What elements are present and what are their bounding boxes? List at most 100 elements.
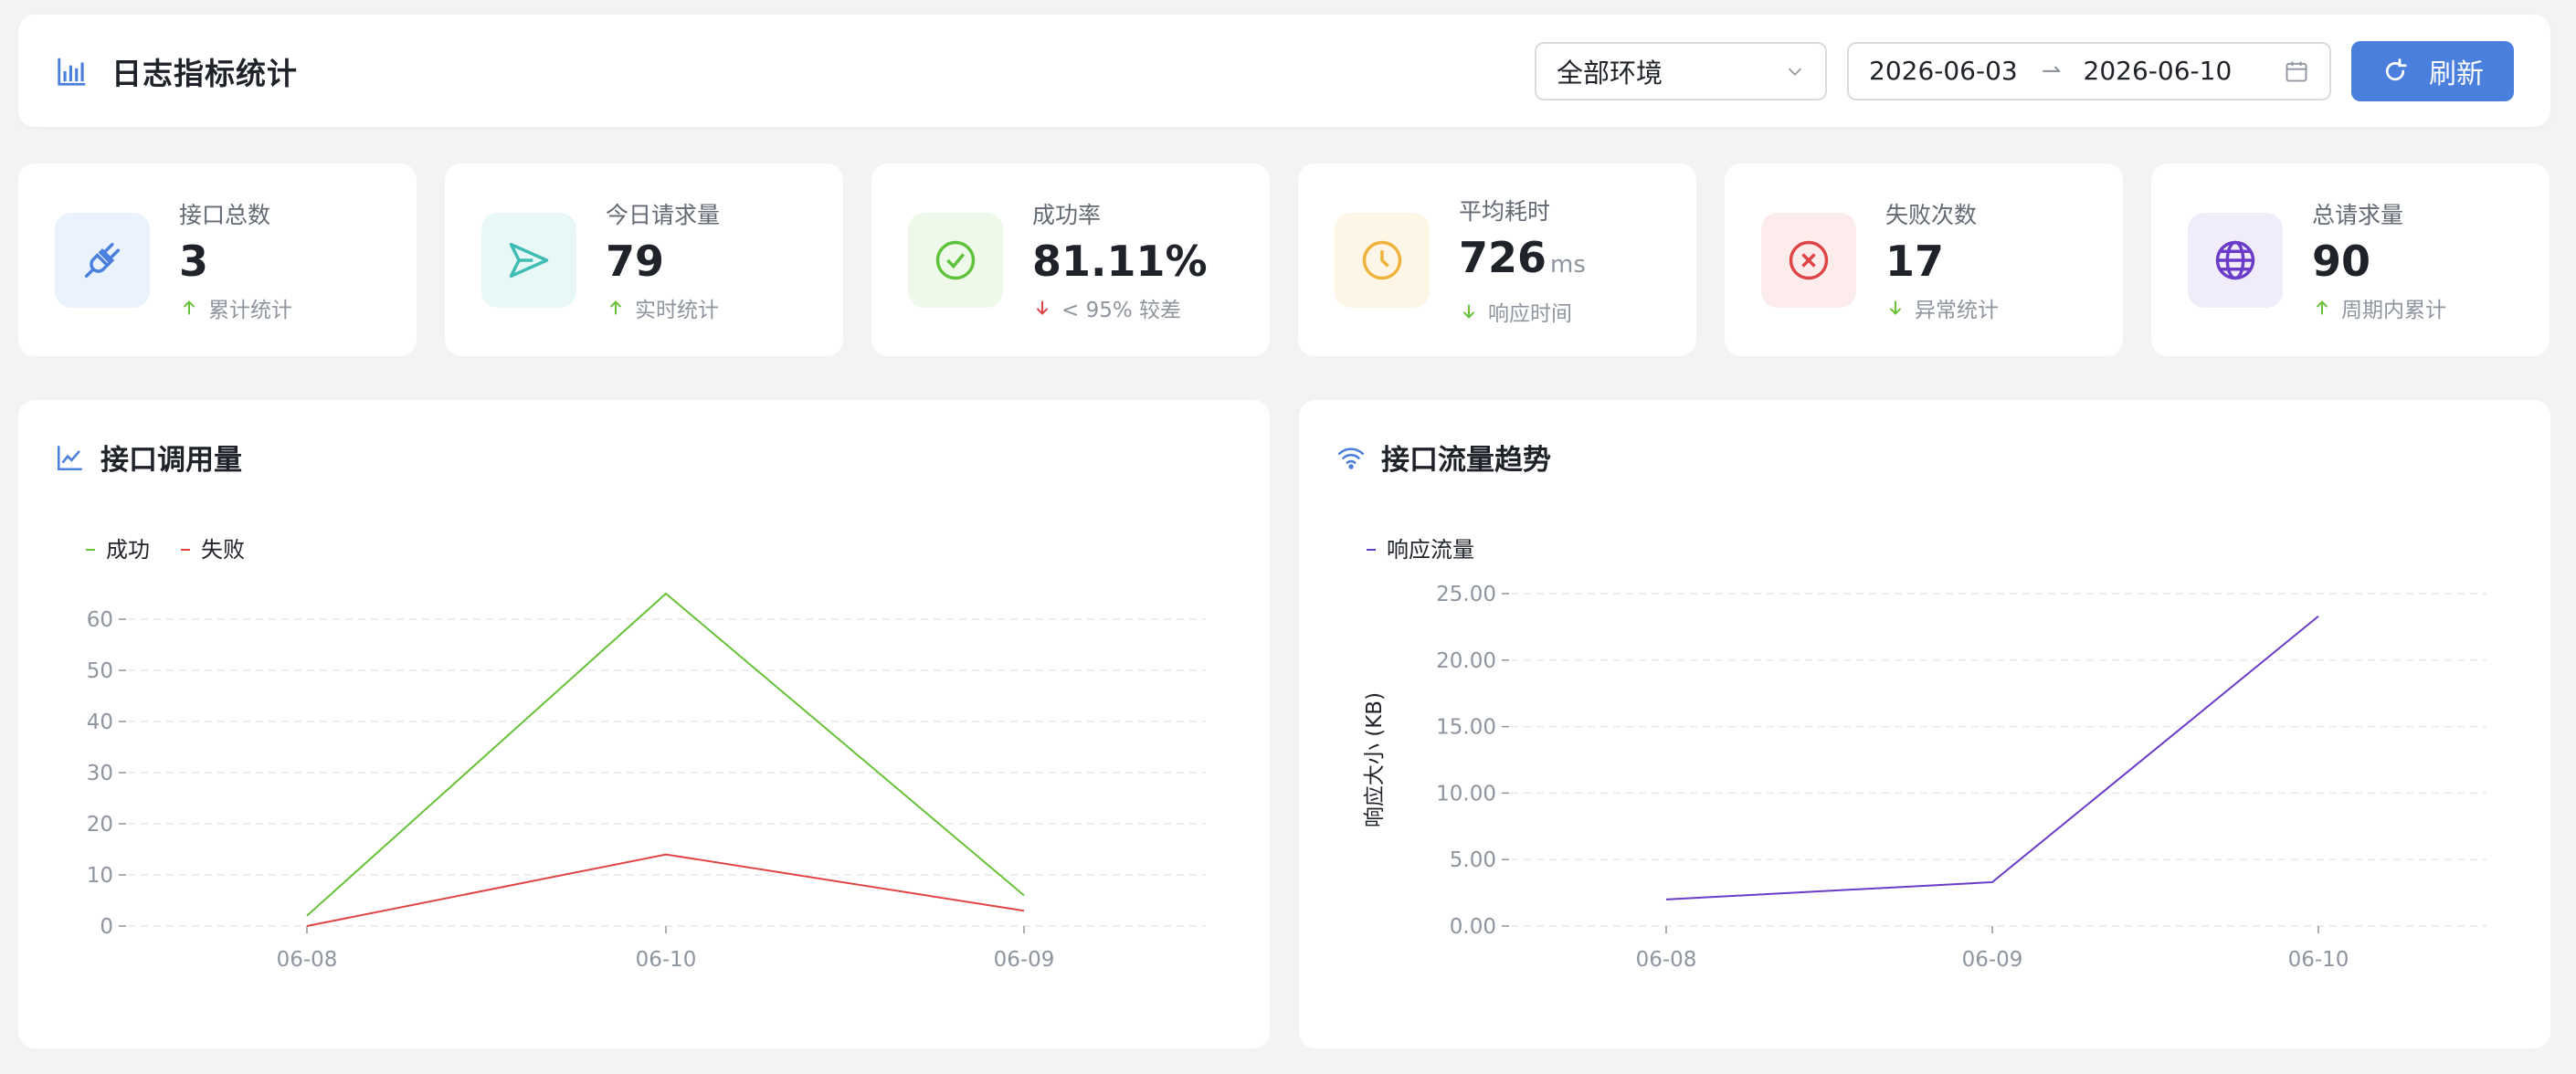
stat-icon-box — [481, 212, 576, 308]
stat-value-number: 17 — [1885, 236, 1945, 286]
stat-value: 3 — [179, 236, 292, 287]
legend-label: 失败 — [201, 537, 245, 563]
stat-card-total-requests: 总请求量 90 周期内累计 — [2151, 163, 2550, 356]
dashboard-page: 日志指标统计 全部环境 2026-06-03 ⇀ 2026-06-10 刷新 接… — [0, 0, 2576, 1074]
series-line — [306, 592, 1025, 917]
arrow-up-icon — [609, 300, 622, 314]
x-tick-label: 06-10 — [636, 948, 697, 972]
stat-sub: 异常统计 — [1885, 292, 1999, 323]
stat-sub: 响应时间 — [1459, 296, 1586, 327]
stat-card-api-count: 接口总数 3 累计统计 — [18, 163, 417, 356]
y-tick-label: 25.00 — [1436, 583, 1496, 606]
y-tick-label: 40 — [87, 711, 113, 734]
stat-label: 总请求量 — [2312, 201, 2404, 228]
stat-sub: 实时统计 — [606, 292, 720, 323]
environment-select[interactable]: 全部环境 — [1535, 41, 1827, 100]
refresh-button-label: 刷新 — [2429, 58, 2484, 90]
arrow-down-icon — [1889, 300, 1902, 315]
legend-label: 成功 — [106, 537, 150, 563]
chart-title-text: 接口调用量 — [100, 444, 242, 477]
refresh-icon — [2385, 58, 2407, 80]
chart-title-text: 接口流量趋势 — [1381, 444, 1551, 477]
stat-value: 79 — [606, 236, 720, 287]
check-circle-icon — [935, 240, 976, 279]
stat-label: 平均耗时 — [1459, 197, 1551, 225]
stat-sub: 累计统计 — [179, 292, 292, 323]
stat-icon-box — [55, 212, 150, 308]
stat-content: 接口总数 3 累计统计 — [179, 197, 292, 323]
y-tick-label: 10 — [87, 864, 113, 888]
stat-card-today-requests: 今日请求量 79 实时统计 — [445, 163, 843, 356]
y-tick-label: 5.00 — [1450, 848, 1496, 872]
stat-sub: < 95% 较差 — [1032, 292, 1208, 323]
legend-item[interactable]: 成功 — [86, 537, 150, 563]
environment-select-value: 全部环境 — [1557, 57, 1663, 89]
series-line — [306, 853, 1025, 927]
stat-value-number: 81.11% — [1032, 236, 1208, 286]
stat-value: 81.11% — [1032, 236, 1208, 287]
arrow-up-icon — [183, 300, 195, 314]
range-arrow-icon: ⇀ — [2041, 57, 2062, 85]
x-circle-icon — [1789, 240, 1829, 279]
series-line — [1665, 615, 2319, 900]
stat-value-number: 79 — [606, 236, 665, 286]
line-chart-icon — [57, 445, 82, 470]
x-tick-label: 06-10 — [2288, 948, 2349, 972]
stat-value-unit: ms — [1550, 250, 1586, 279]
stat-sub-text: 响应时间 — [1488, 301, 1572, 326]
stat-value-number: 726 — [1459, 232, 1547, 282]
stat-label: 今日请求量 — [606, 201, 721, 228]
traffic-trend-chart-card: 响应流量 0.00 5.00 10.00 15.00 20.00 25.00 06-08 06-… — [1299, 400, 2550, 1048]
chart-title: 接口流量趋势 — [1336, 437, 1551, 478]
page-title: 日志指标统计 — [111, 55, 298, 91]
stat-content: 今日请求量 79 实时统计 — [606, 197, 720, 323]
plug-icon — [84, 242, 121, 278]
legend-item[interactable]: 响应流量 — [1367, 537, 1474, 563]
stat-sub-text: < 95% 较差 — [1061, 298, 1182, 322]
refresh-button[interactable]: 刷新 — [2351, 40, 2514, 101]
arrow-up-icon — [2316, 300, 2328, 314]
wifi-icon — [1337, 447, 1365, 469]
stat-label: 失败次数 — [1885, 201, 1978, 228]
stat-card-success-rate: 成功率 81.11% < 95% 较差 — [871, 163, 1270, 356]
api-calls-chart: 成功 失败 0 10 20 30 40 50 60 06-08 06-10 06-09 — [86, 537, 1206, 972]
x-tick-label: 06-09 — [1962, 948, 2023, 972]
header-controls: 全部环境 2026-06-03 ⇀ 2026-06-10 刷新 — [1535, 40, 2514, 101]
stat-sub: 周期内累计 — [2312, 292, 2446, 323]
y-tick-label: 15.00 — [1436, 716, 1496, 740]
y-tick-label: 0 — [100, 915, 113, 939]
x-tick-label: 06-08 — [1636, 948, 1697, 972]
header-bar: 日志指标统计 全部环境 2026-06-03 ⇀ 2026-06-10 刷新 — [18, 15, 2550, 127]
chevron-down-icon — [1788, 68, 1802, 76]
legend-label: 响应流量 — [1387, 537, 1474, 563]
y-tick-label: 50 — [87, 659, 113, 683]
stat-content: 成功率 81.11% < 95% 较差 — [1032, 197, 1208, 323]
x-tick-label: 06-08 — [277, 948, 338, 972]
stat-value-number: 3 — [179, 236, 209, 286]
calendar-icon — [2286, 61, 2307, 81]
date-end[interactable]: 2026-06-10 — [2084, 56, 2233, 86]
arrow-down-icon — [1036, 300, 1049, 315]
date-range-picker[interactable]: 2026-06-03 ⇀ 2026-06-10 — [1847, 41, 2331, 100]
stat-icon-box — [2188, 212, 2283, 308]
stat-card-avg-latency: 平均耗时 726 ms 响应时间 — [1298, 163, 1696, 356]
bar-chart-icon — [58, 58, 86, 86]
send-icon — [509, 242, 549, 278]
api-calls-chart-card: 成功 失败 0 10 20 30 40 50 60 06-08 06-10 06-09 接口调用量 — [18, 400, 1270, 1048]
stat-content: 总请求量 90 周期内累计 — [2312, 197, 2446, 323]
clock-icon — [1362, 240, 1402, 279]
y-tick-label: 0.00 — [1450, 915, 1496, 939]
stat-value: 726 ms — [1459, 232, 1586, 290]
legend-item[interactable]: 失败 — [181, 537, 245, 563]
stat-content: 失败次数 17 异常统计 — [1885, 197, 1999, 323]
y-tick-label: 20 — [87, 813, 113, 837]
traffic-trend-chart: 响应流量 0.00 5.00 10.00 15.00 20.00 25.00 06-08 06-… — [1363, 537, 2486, 972]
stat-sub-text: 周期内累计 — [2341, 298, 2446, 322]
y-axis-label: 响应大小 (KB) — [1363, 692, 1387, 827]
stat-icon-box — [908, 212, 1003, 308]
x-tick-label: 06-09 — [994, 948, 1055, 972]
y-tick-label: 10.00 — [1436, 782, 1496, 806]
y-tick-label: 20.00 — [1436, 649, 1496, 673]
stat-value: 90 — [2312, 236, 2446, 287]
date-start[interactable]: 2026-06-03 — [1869, 56, 2018, 86]
